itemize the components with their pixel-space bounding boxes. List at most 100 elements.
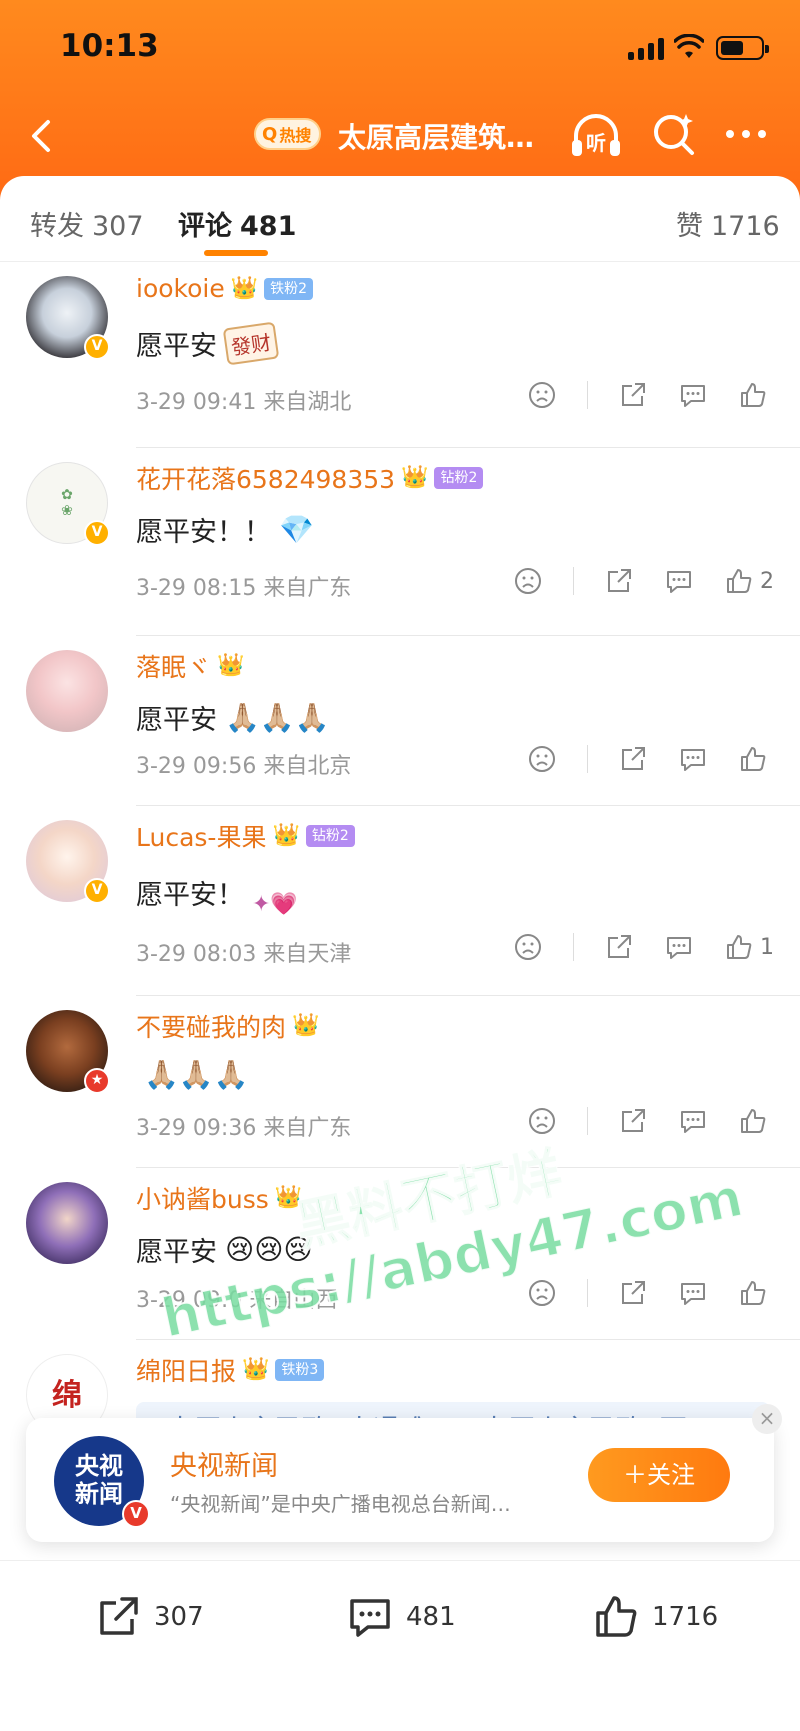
share-button[interactable] xyxy=(618,1278,648,1308)
avatar[interactable]: ★ xyxy=(26,1010,110,1094)
comment-item[interactable]: ✿ ❀ V 花开花落6582498353 👑 钻粉2 愿平安！！ 💎 3-29 0… xyxy=(0,448,800,636)
close-icon[interactable]: × xyxy=(752,1404,782,1434)
reply-button[interactable] xyxy=(678,1278,708,1308)
bottom-action-bar: 307 481 1716 xyxy=(0,1560,800,1731)
username-text: iookoie xyxy=(136,274,225,303)
avatar[interactable] xyxy=(26,650,108,732)
comment-item[interactable]: 小讷酱buss 👑 愿平安 😢😢😢 3-29 09:0 来自山西 xyxy=(0,1168,800,1340)
comment-actions xyxy=(497,1278,774,1308)
comment-item[interactable]: 落眠ヾ 👑 愿平安 🙏🏼🙏🏼🙏🏼 3-29 09:56 来自北京 xyxy=(0,636,800,806)
header-bar: 10:13 Q 热搜 太原高层建筑… 听 xyxy=(0,0,800,200)
username[interactable]: Lucas-果果 👑 钻粉2 xyxy=(136,818,355,854)
share-button[interactable] xyxy=(604,932,634,962)
share-button[interactable] xyxy=(618,380,648,410)
username[interactable]: 小讷酱buss 👑 xyxy=(136,1180,302,1216)
like-button[interactable] xyxy=(738,1278,774,1308)
repost-button[interactable]: 307 xyxy=(94,1593,204,1641)
crown-icon: 👑 xyxy=(272,823,300,848)
share-button[interactable] xyxy=(618,744,648,774)
dislike-button[interactable] xyxy=(513,566,543,596)
tab-likes[interactable]: 赞 1716 xyxy=(676,204,780,243)
comment-item[interactable]: ★ 不要碰我的肉 👑 🙏🏼🙏🏼🙏🏼 3-29 09:36 来自广东 xyxy=(0,996,800,1168)
comment-icon xyxy=(681,1283,705,1305)
thumbs-up-icon xyxy=(596,1596,637,1637)
follow-button[interactable]: ＋关注 xyxy=(588,1448,730,1502)
share-icon xyxy=(608,935,631,958)
crown-icon: 👑 xyxy=(217,653,245,678)
like-button[interactable] xyxy=(738,380,774,410)
comment-decoration: 😢😢😢 xyxy=(225,1233,313,1266)
username[interactable]: 绵阳日报 👑 铁粉3 xyxy=(136,1352,325,1388)
tab-repost[interactable]: 转发 307 xyxy=(30,204,144,243)
comment-item[interactable]: V Lucas-果果 👑 钻粉2 愿平安！ ✦💗 3-29 08:03 来自天津… xyxy=(0,806,800,996)
username[interactable]: iookoie 👑 铁粉2 xyxy=(136,274,314,303)
like-button[interactable]: 1716 xyxy=(592,1593,718,1641)
follow-suggestion-popup: 央视 新闻 V 央视新闻 “央视新闻”是中央广播电视总台新闻… ＋关注 × xyxy=(26,1404,782,1542)
page-title[interactable]: 太原高层建筑… xyxy=(338,116,534,156)
reply-button[interactable] xyxy=(664,932,694,962)
thumbs-up-icon xyxy=(741,1109,766,1133)
avatar[interactable]: V xyxy=(26,276,110,360)
listen-label: 听 xyxy=(586,131,606,155)
like-count: 2 xyxy=(760,568,774,594)
reply-button[interactable] xyxy=(664,566,694,596)
dislike-button[interactable] xyxy=(527,380,557,410)
comment-text-content: 愿平安 xyxy=(136,705,217,736)
fan-badge: 钻粉2 xyxy=(305,825,355,847)
comment-text: 愿平安 🙏🏼🙏🏼🙏🏼 xyxy=(136,698,330,737)
more-options-icon[interactable] xyxy=(726,130,766,138)
avatar[interactable]: ✿ ❀ V xyxy=(26,462,110,546)
comment-meta: 3-29 09:0 来自山西 xyxy=(136,1282,337,1314)
like-button[interactable] xyxy=(738,1106,774,1136)
logo-line-1: 央视 xyxy=(75,1452,123,1480)
popup-account-name[interactable]: 央视新闻 xyxy=(170,1444,278,1483)
headphones-listen-icon[interactable]: 听 xyxy=(568,110,624,160)
cctv-news-logo[interactable]: 央视 新闻 V xyxy=(54,1436,150,1528)
like-count: 1716 xyxy=(652,1602,719,1632)
avatar[interactable]: V xyxy=(26,820,110,904)
avatar[interactable] xyxy=(26,1182,108,1264)
username[interactable]: 不要碰我的肉 👑 xyxy=(136,1008,319,1044)
username[interactable]: 花开花落6582498353 👑 钻粉2 xyxy=(136,460,484,496)
sad-face-icon xyxy=(529,1280,555,1306)
fan-badge: 钻粉2 xyxy=(434,467,484,489)
comment-icon xyxy=(681,385,705,407)
dislike-button[interactable] xyxy=(527,1278,557,1308)
comment-text-content: 愿平安！！ xyxy=(136,517,271,548)
username[interactable]: 落眠ヾ 👑 xyxy=(136,648,244,684)
reply-button[interactable] xyxy=(678,380,708,410)
share-button[interactable] xyxy=(618,1106,648,1136)
back-arrow-icon[interactable] xyxy=(22,116,62,156)
comment-meta: 3-29 08:03 来自天津 xyxy=(136,936,351,968)
sad-face-icon xyxy=(515,568,541,594)
reply-button[interactable] xyxy=(678,744,708,774)
tab-comments[interactable]: 评论 481 xyxy=(178,204,296,243)
like-button[interactable] xyxy=(738,744,774,774)
sad-face-icon xyxy=(529,746,555,772)
comment-item[interactable]: V iookoie 👑 铁粉2 愿平安 發财 3-29 09:41 来自湖北 xyxy=(0,262,800,448)
share-icon xyxy=(622,747,645,770)
dislike-button[interactable] xyxy=(513,932,543,962)
comment-location: 来自山西 xyxy=(249,1288,338,1313)
comment-icon xyxy=(681,749,705,771)
dislike-button[interactable] xyxy=(527,1106,557,1136)
tab-comments-label: 评论 xyxy=(178,211,232,242)
dislike-button[interactable] xyxy=(527,744,557,774)
verified-badge-icon: ★ xyxy=(84,1068,110,1094)
tab-bar: 转发 307 评论 481 赞 1716 xyxy=(0,176,800,262)
comment-button[interactable]: 481 xyxy=(346,1593,456,1641)
comment-actions xyxy=(497,1106,774,1136)
comment-count: 481 xyxy=(406,1602,456,1632)
status-time: 10:13 xyxy=(60,28,159,64)
comment-meta: 3-29 09:41 来自湖北 xyxy=(136,384,351,416)
comment-time: 3-29 09:56 xyxy=(136,754,257,779)
search-icon[interactable] xyxy=(650,110,698,158)
thumbs-up-icon xyxy=(727,569,752,593)
reply-button[interactable] xyxy=(678,1106,708,1136)
comment-location: 来自湖北 xyxy=(263,390,352,415)
like-button[interactable]: 2 xyxy=(724,566,774,596)
username-text: 小讷酱buss xyxy=(136,1185,269,1214)
hot-search-badge[interactable]: Q 热搜 xyxy=(254,118,322,150)
like-button[interactable]: 1 xyxy=(724,932,774,962)
share-button[interactable] xyxy=(604,566,634,596)
